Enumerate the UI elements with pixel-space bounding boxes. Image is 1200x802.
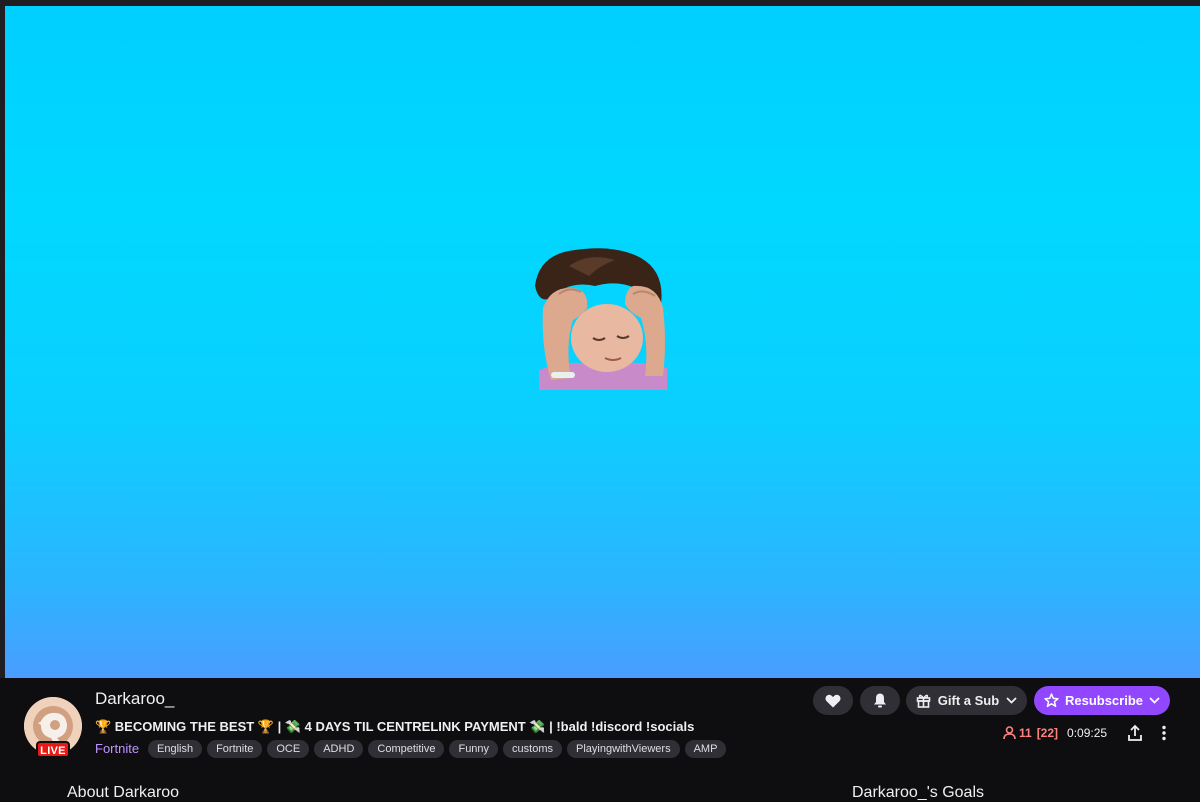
tag-pill[interactable]: PlayingwithViewers <box>567 740 680 758</box>
viewer-person-icon <box>1003 726 1016 740</box>
chevron-down-icon <box>1006 697 1017 704</box>
resubscribe-button[interactable]: Resubscribe <box>1034 686 1170 715</box>
gift-a-sub-label: Gift a Sub <box>937 693 1000 708</box>
gift-a-sub-button[interactable]: Gift a Sub <box>906 686 1027 715</box>
gift-icon <box>916 694 931 708</box>
viewer-count-extra: [22] <box>1036 726 1059 740</box>
viewer-count: 11 <box>1019 726 1032 740</box>
tag-list: English Fortnite OCE ADHD Competitive Funny cu… <box>148 740 727 758</box>
goals-heading: Darkaroo_'s Goals <box>852 784 984 801</box>
tag-pill[interactable]: English <box>148 740 203 758</box>
tag-pill[interactable]: ADHD <box>314 740 364 758</box>
channel-avatar[interactable]: LIVE <box>24 697 82 758</box>
stream-stats: 11 [22] 0:09:25 <box>1003 724 1107 742</box>
tag-pill[interactable]: customs <box>503 740 563 758</box>
tag-pill[interactable]: AMP <box>684 740 727 758</box>
follow-button[interactable] <box>813 686 853 715</box>
live-badge: LIVE <box>36 741 70 758</box>
chevron-down-icon <box>1149 697 1160 704</box>
more-options-icon[interactable] <box>1158 724 1170 742</box>
tag-pill[interactable]: Fortnite <box>207 740 263 758</box>
stream-title: 🏆 BECOMING THE BEST 🏆 | 💸 4 DAYS TIL CEN… <box>95 719 695 734</box>
share-icon[interactable] <box>1127 724 1143 742</box>
tag-pill[interactable]: Funny <box>449 740 499 758</box>
channel-name[interactable]: Darkaroo_ <box>95 689 174 709</box>
notifications-button[interactable] <box>860 686 900 715</box>
resubscribe-label: Resubscribe <box>1064 693 1144 708</box>
stream-page: LIVE Darkaroo_ 🏆 BECOMING THE BEST 🏆 | 💸… <box>0 0 1200 801</box>
tag-pill[interactable]: OCE <box>267 740 310 758</box>
heart-icon <box>825 694 841 707</box>
about-heading: About Darkaroo <box>67 784 180 801</box>
facepalm-emote-image <box>535 248 667 390</box>
bell-icon <box>874 693 886 708</box>
star-icon <box>1044 693 1059 708</box>
tag-pill[interactable]: Competitive <box>368 740 445 758</box>
category-link[interactable]: Fortnite <box>95 741 139 756</box>
stream-uptime: 0:09:25 <box>1067 726 1108 740</box>
